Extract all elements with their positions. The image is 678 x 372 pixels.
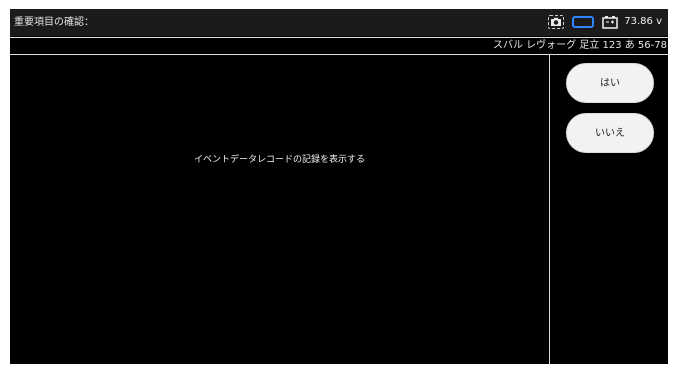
top-bar: 重要項目の確認： 73.86 v (10, 9, 668, 36)
message-area: イベントデータレコードの記録を表示する (10, 55, 549, 364)
camera-icon[interactable] (548, 15, 565, 29)
app-screen: 重要項目の確認： 73.86 v スバル レヴォーグ 足立 123 あ 56-7… (10, 9, 668, 364)
no-button[interactable]: いいえ (566, 113, 654, 153)
battery-icon (602, 15, 619, 29)
action-panel: はい いいえ (550, 55, 668, 364)
status-area: 73.86 v (548, 13, 662, 31)
vehicle-bar: スバル レヴォーグ 足立 123 あ 56-78 (10, 37, 668, 55)
vci-connection-icon (572, 16, 595, 28)
page-title: 重要項目の確認： (14, 17, 94, 28)
vehicle-info: スバル レヴォーグ 足立 123 あ 56-78 (492, 40, 667, 51)
yes-button[interactable]: はい (566, 63, 654, 103)
confirmation-message: イベントデータレコードの記録を表示する (193, 155, 365, 165)
battery-voltage: 73.86 v (624, 16, 662, 27)
